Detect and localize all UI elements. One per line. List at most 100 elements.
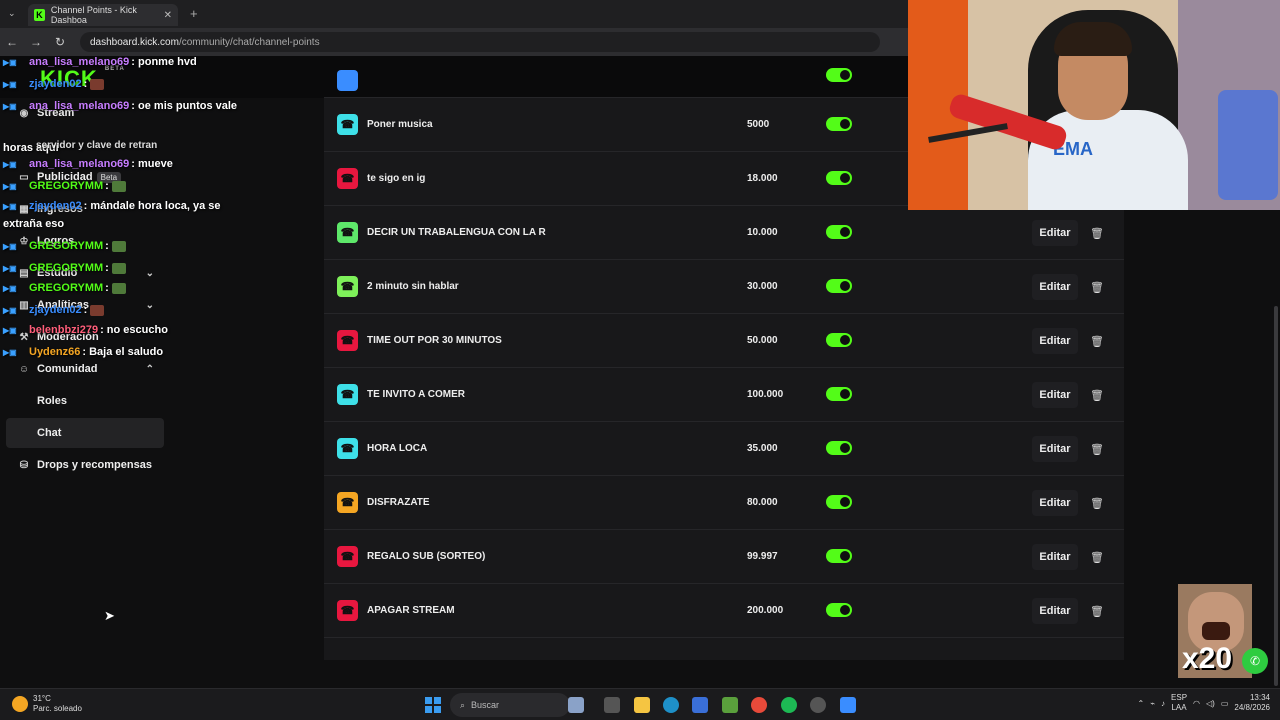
moderation-icon: ⚒ (19, 331, 29, 343)
sidebar-item-label: Moderación (37, 331, 99, 343)
new-tab-icon[interactable]: + (190, 6, 198, 21)
reward-icon: ☎ (337, 276, 358, 297)
chrome-icon[interactable] (751, 697, 767, 713)
reward-enabled-toggle[interactable] (826, 117, 852, 131)
delete-reward-icon[interactable]: 🗑 (1088, 382, 1106, 408)
reward-cost: 10.000 (747, 227, 778, 238)
sidebar-item-publicidad[interactable]: ▭ Publicidad Beta (6, 162, 164, 192)
network-icon[interactable]: ⌁ (1150, 699, 1155, 708)
reward-toggle[interactable] (826, 68, 852, 82)
sidebar-item-logros[interactable]: ♔ Logros (6, 226, 164, 256)
volume-icon[interactable]: ◁) (1206, 699, 1215, 708)
sidebar-item-ingresos[interactable]: ▦ Ingresos (6, 194, 164, 224)
reward-enabled-toggle[interactable] (826, 225, 852, 239)
clock-date: 24/8/2026 (1234, 703, 1270, 712)
delete-reward-icon[interactable]: 🗑 (1088, 598, 1106, 624)
search-placeholder: Buscar (471, 700, 500, 710)
obs-icon[interactable] (810, 697, 826, 713)
windows-start-icon[interactable] (425, 697, 441, 713)
reward-icon: ☎ (337, 222, 358, 243)
delete-reward-icon[interactable]: 🗑 (1088, 544, 1106, 570)
language-indicator[interactable]: ESP LAA (1171, 693, 1187, 713)
lang-primary: ESP (1171, 693, 1188, 702)
taskbar-search[interactable]: ⌕ Buscar (450, 693, 570, 717)
edit-reward-button[interactable]: Editar (1032, 490, 1078, 516)
chevron-down-icon: ⌄ (145, 267, 154, 279)
edit-reward-button[interactable]: Editar (1032, 220, 1078, 246)
reward-cost: 35.000 (747, 443, 778, 454)
chevron-up-icon: ⌃ (145, 363, 154, 375)
delete-reward-icon[interactable]: 🗑 (1088, 436, 1106, 462)
sidebar-item-moderacion[interactable]: ⚒ Moderación (6, 322, 164, 352)
sidebar-item-comunidad[interactable]: ☺ Comunidad ⌃ (6, 354, 164, 384)
url-input[interactable]: dashboard.kick.com/community/chat/channe… (80, 32, 880, 52)
edit-reward-button[interactable]: Editar (1032, 382, 1078, 408)
kick-logo[interactable]: KICK BETA (40, 66, 125, 92)
edit-reward-button[interactable]: Editar (1032, 274, 1078, 300)
tab-close-icon[interactable]: ✕ (164, 10, 172, 21)
file-explorer-icon[interactable] (634, 697, 650, 713)
mic-icon[interactable]: ♪ (1161, 699, 1165, 708)
reward-row: ☎ TIME OUT POR 30 MINUTOS 50.000 Editar 🗑 (324, 314, 1124, 368)
tab-list-chevron-icon[interactable]: ⌄ (8, 8, 16, 19)
edit-reward-button[interactable]: Editar (1032, 598, 1078, 624)
reward-enabled-toggle[interactable] (826, 333, 852, 347)
taskbar-clock[interactable]: 13:34 24/8/2026 (1234, 693, 1270, 713)
spotify-icon[interactable] (781, 697, 797, 713)
delete-reward-icon[interactable]: 🗑 (1088, 274, 1106, 300)
reward-cost: 50.000 (747, 335, 778, 346)
sidebar-item-estudio[interactable]: ▤ Estudio ⌄ (6, 258, 164, 288)
sidebar-item-stream[interactable]: ◉ Stream (6, 98, 164, 128)
reward-name: te sigo en ig (367, 173, 426, 184)
weather-widget[interactable]: 31°C Parc. soleado (12, 694, 82, 714)
back-icon[interactable]: ← (0, 35, 24, 49)
url-host: dashboard.kick.com (90, 36, 179, 48)
forward-icon[interactable]: → (24, 35, 48, 49)
reward-enabled-toggle[interactable] (826, 495, 852, 509)
sidebar-item-analiticas[interactable]: ▥ Analíticas ⌄ (6, 290, 164, 320)
battery-icon[interactable]: ▭ (1221, 699, 1229, 708)
reward-enabled-toggle[interactable] (826, 549, 852, 563)
delete-reward-icon[interactable]: 🗑 (1088, 328, 1106, 354)
store-icon[interactable] (692, 697, 708, 713)
reward-name: APAGAR STREAM (367, 605, 455, 616)
edit-reward-button[interactable]: Editar (1032, 544, 1078, 570)
tray-chevron-icon[interactable]: ⌃ (1137, 699, 1144, 708)
sidebar-subitem-chat[interactable]: Chat (6, 418, 164, 448)
reward-name: DISFRAZATE (367, 497, 430, 508)
wifi-icon[interactable]: ◠ (1193, 699, 1200, 708)
reward-enabled-toggle[interactable] (826, 441, 852, 455)
edit-reward-button[interactable]: Editar (1032, 328, 1078, 354)
reward-enabled-toggle[interactable] (826, 603, 852, 617)
weather-temp: 31°C (33, 694, 51, 703)
beta-badge: Beta (96, 171, 122, 183)
whatsapp-icon: ✆ (1242, 648, 1268, 674)
edge-icon[interactable] (663, 697, 679, 713)
minecraft-icon[interactable] (722, 697, 738, 713)
reward-cost: 5000 (747, 119, 770, 130)
reward-name: TIME OUT POR 30 MINUTOS (367, 335, 502, 346)
page-scrollbar[interactable] (1274, 306, 1278, 686)
reward-icon: ☎ (337, 384, 358, 405)
sidebar-item-label: Comunidad (37, 363, 98, 375)
delete-reward-icon[interactable]: 🗑 (1088, 490, 1106, 516)
reward-icon: ☎ (337, 600, 358, 621)
sidebar-subitem-roles[interactable]: Roles (6, 386, 164, 416)
reward-row: ☎ DECIR UN TRABALENGUA CON LA R 10.000 Edit… (324, 206, 1124, 260)
webcam-hair (1054, 22, 1132, 56)
browser-tab[interactable]: K Channel Points - Kick Dashboa ✕ (28, 4, 178, 26)
broadcast-icon: ◉ (19, 107, 29, 119)
reload-icon[interactable]: ↻ (48, 35, 72, 49)
edit-reward-button[interactable]: Editar (1032, 436, 1078, 462)
gift-icon: ⛁ (19, 459, 29, 471)
notepad-icon[interactable] (840, 697, 856, 713)
reward-enabled-toggle[interactable] (826, 279, 852, 293)
sidebar-item-drops[interactable]: ⛁ Drops y recompensas (6, 450, 164, 480)
sun-icon (12, 696, 28, 712)
taskbar-widget-icon[interactable] (568, 697, 584, 713)
delete-reward-icon[interactable]: 🗑 (1088, 220, 1106, 246)
task-view-icon[interactable] (604, 697, 620, 713)
reward-enabled-toggle[interactable] (826, 171, 852, 185)
reward-enabled-toggle[interactable] (826, 387, 852, 401)
weather-desc: Parc. soleado (33, 704, 82, 713)
